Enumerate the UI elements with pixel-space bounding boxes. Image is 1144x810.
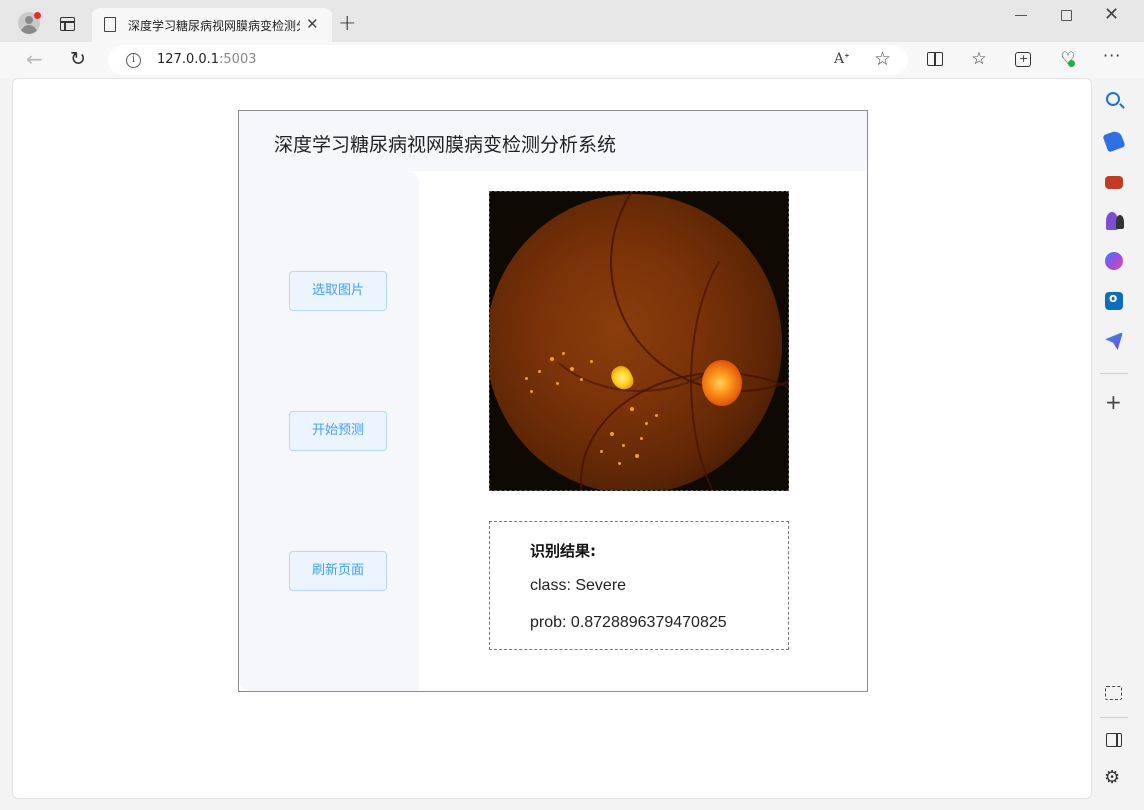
browser-sidebar: + ⚙ — [1094, 78, 1144, 810]
reload-icon[interactable]: ↻ — [70, 48, 86, 70]
info-icon[interactable]: i — [126, 53, 141, 68]
minimize-icon[interactable] — [1015, 15, 1027, 16]
status-ok-dot — [1068, 60, 1075, 67]
browser-toolbar: ← ↻ i 127.0.0.1:5003 Aᐩ ☆ ☆ ♡ ··· — [0, 42, 1144, 78]
exudate — [635, 454, 639, 458]
page-viewport: 深度学习糖尿病视网膜病变检测分析系统 选取图片 开始预测 刷新页面 识别结果: … — [12, 78, 1092, 799]
exudate — [580, 378, 583, 381]
select-image-button[interactable]: 选取图片 — [289, 271, 387, 311]
browser-tab[interactable]: 深度学习糖尿病视网膜病变检测分 ✕ — [92, 8, 332, 42]
exudate — [640, 437, 643, 440]
games-piece-icon — [1116, 215, 1124, 229]
tab-title: 深度学习糖尿病视网膜病变检测分 — [128, 19, 300, 33]
more-icon[interactable]: ··· — [1103, 47, 1121, 65]
new-tab-button[interactable]: + — [338, 12, 356, 36]
sidebar-divider — [1100, 373, 1128, 374]
exudate — [610, 432, 614, 436]
tab-actions-icon[interactable] — [60, 17, 75, 31]
exudate — [590, 360, 593, 363]
url-host: 127.0.0.1 — [157, 52, 220, 67]
exudate — [645, 422, 648, 425]
gear-icon[interactable]: ⚙ — [1104, 768, 1120, 788]
screenshot-icon[interactable] — [1105, 686, 1122, 700]
notification-dot — [34, 12, 41, 19]
exudate — [525, 377, 528, 380]
exudate — [570, 367, 574, 371]
app-container: 深度学习糖尿病视网膜病变检测分析系统 选取图片 开始预测 刷新页面 识别结果: … — [238, 110, 868, 692]
drop-send-icon[interactable] — [1105, 332, 1123, 350]
exudate — [630, 407, 634, 411]
result-heading: 识别结果: — [530, 542, 596, 560]
collections-icon[interactable] — [1015, 50, 1031, 68]
exudate — [556, 382, 559, 385]
exudate — [550, 357, 554, 361]
page-title: 深度学习糖尿病视网膜病变检测分析系统 — [274, 134, 617, 156]
retina-image — [489, 191, 789, 491]
favorites-icon[interactable]: ☆ — [970, 50, 988, 68]
start-predict-button[interactable]: 开始预测 — [289, 411, 387, 451]
toolbox-icon[interactable] — [1105, 176, 1123, 189]
copilot-icon[interactable] — [1105, 252, 1123, 270]
exudate — [538, 370, 541, 373]
search-icon[interactable] — [1106, 92, 1120, 106]
exudate — [655, 414, 658, 417]
result-class: class: Severe — [530, 577, 627, 594]
shopping-tag-icon[interactable] — [1102, 129, 1126, 153]
browser-titlebar: 深度学习糖尿病视网膜病变检测分 ✕ + ✕ — [0, 0, 1144, 42]
outlook-icon[interactable] — [1105, 291, 1123, 310]
profile-body — [21, 25, 37, 34]
side-panel: 选取图片 开始预测 刷新页面 — [239, 171, 419, 691]
optic-disc — [702, 360, 742, 406]
exudate — [622, 444, 625, 447]
window-close-icon[interactable]: ✕ — [1104, 5, 1119, 25]
result-panel: 识别结果: class: Severe prob: 0.872889637947… — [489, 521, 789, 650]
refresh-page-button[interactable]: 刷新页面 — [289, 551, 387, 591]
plus-icon[interactable]: + — [1105, 392, 1122, 412]
document-icon — [104, 17, 116, 32]
result-probability: prob: 0.8728896379470825 — [530, 614, 727, 631]
exudate — [530, 390, 533, 393]
read-aloud-icon[interactable]: Aᐩ — [834, 50, 850, 68]
url-port: :5003 — [219, 52, 257, 67]
address-bar[interactable]: i 127.0.0.1:5003 Aᐩ ☆ — [108, 45, 908, 75]
exudate — [618, 462, 621, 465]
split-screen-icon[interactable] — [927, 52, 943, 66]
close-icon[interactable]: ✕ — [306, 15, 319, 33]
maximize-icon[interactable] — [1061, 10, 1072, 21]
star-icon[interactable]: ☆ — [874, 48, 891, 70]
url-text[interactable]: 127.0.0.1:5003 — [157, 52, 257, 67]
exudate — [600, 450, 603, 453]
app-header: 深度学习糖尿病视网膜病变检测分析系统 — [239, 111, 867, 171]
exudate — [562, 352, 565, 355]
sidebar-toggle-icon[interactable] — [1106, 733, 1122, 747]
back-arrow-icon[interactable]: ← — [26, 48, 43, 70]
profile-head — [25, 16, 33, 24]
sidebar-divider — [1100, 717, 1128, 718]
